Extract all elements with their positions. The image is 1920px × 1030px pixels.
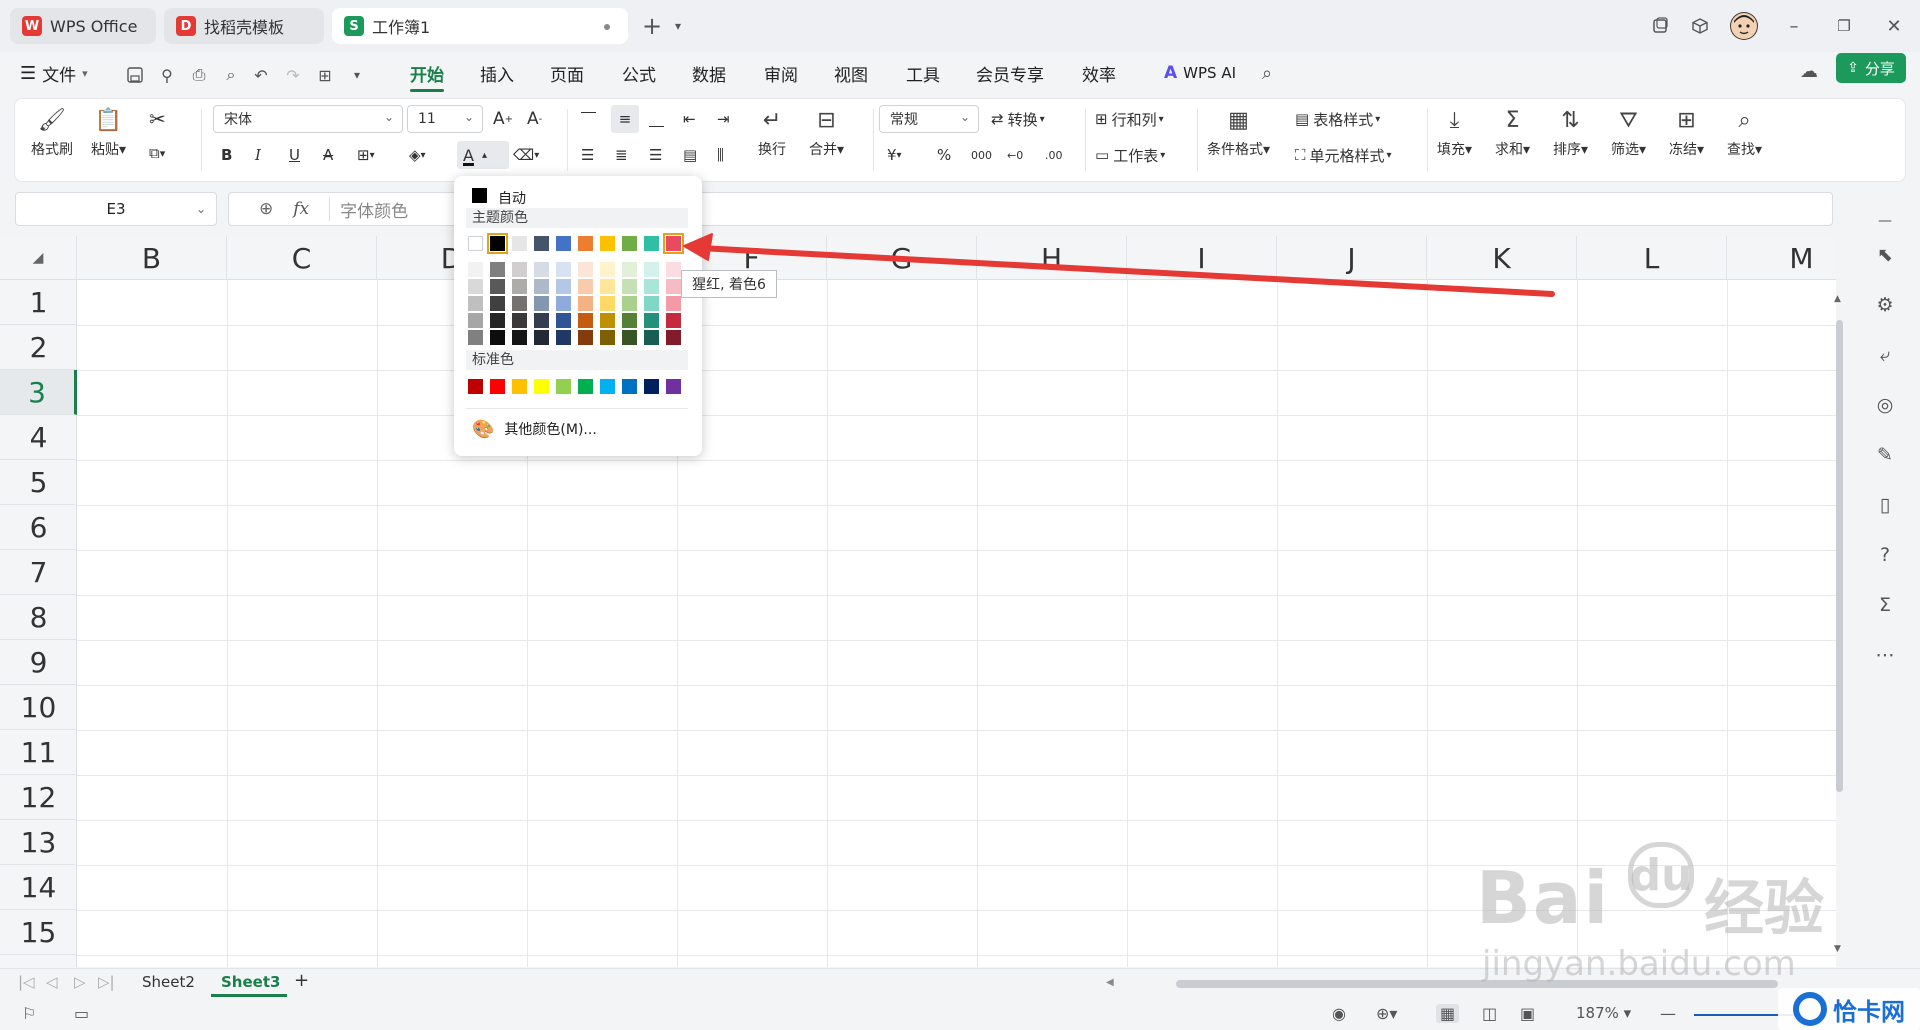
wps-spreadsheet-window: W WPS Office D 找稻壳模板 S 工作簿1 + ▾ – ❐ ✕ ☰ [0, 0, 1920, 1030]
baidu-watermark: Bai [1476, 856, 1611, 940]
qiakawang-label: 恰卡网 [1833, 997, 1905, 1026]
qiakawang-badge: 恰卡网 [1778, 988, 1920, 1030]
jingyan-watermark: 经验 [1704, 874, 1824, 944]
jingyan-url-watermark: jingyan.baidu.com [1482, 944, 1796, 984]
qiakawang-logo-icon [1793, 992, 1827, 1026]
baidu-paw-watermark: du [1628, 842, 1694, 908]
